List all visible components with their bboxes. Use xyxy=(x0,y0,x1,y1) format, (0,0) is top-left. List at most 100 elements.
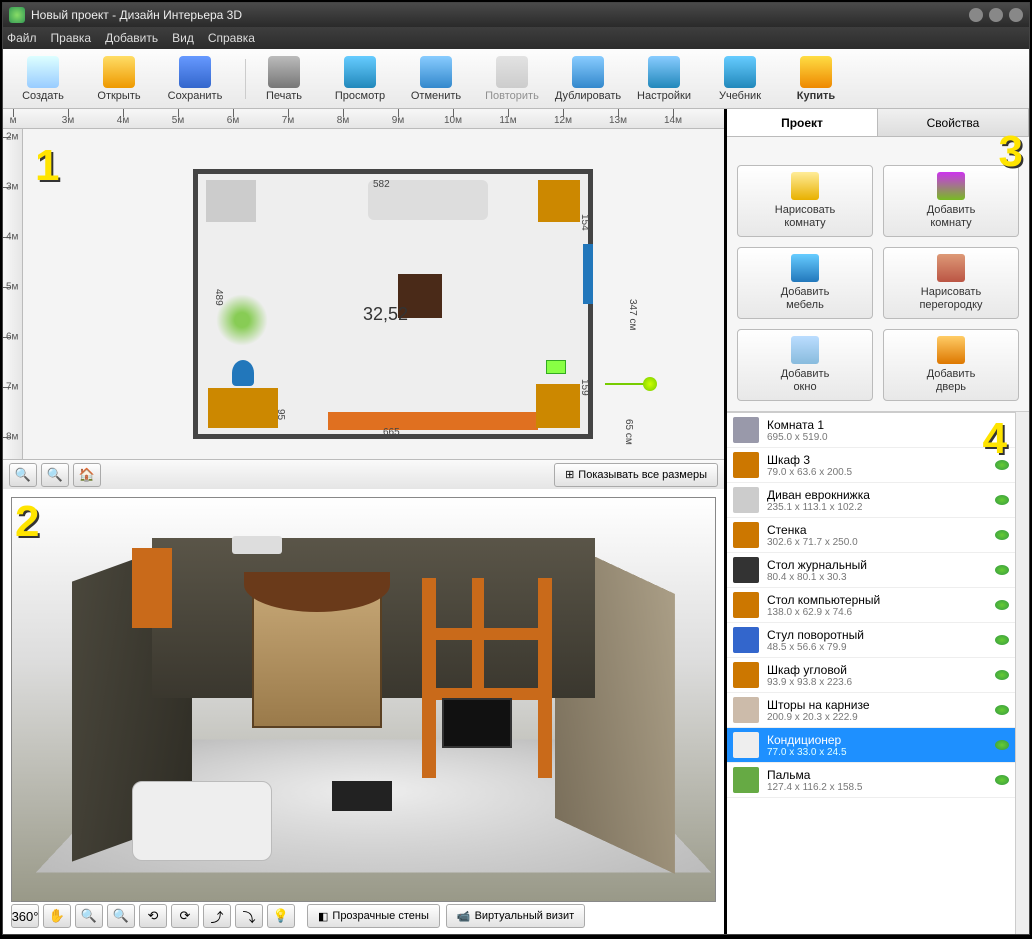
zoom-in-3d-button[interactable]: 🔍 xyxy=(107,904,135,928)
cart-icon xyxy=(800,56,832,88)
visibility-eye-icon[interactable] xyxy=(995,600,1009,610)
object-list[interactable]: Комната 1695.0 x 519.0Шкаф 379.0 x 63.6 … xyxy=(727,412,1015,934)
rotate-left-button[interactable]: ⟲ xyxy=(139,904,167,928)
lighting-button[interactable]: 💡 xyxy=(267,904,295,928)
home-view-button[interactable]: 🏠 xyxy=(73,463,101,487)
menu-Вид[interactable]: Вид xyxy=(172,31,194,45)
furn-cabinet[interactable] xyxy=(206,180,256,222)
furn-chair[interactable] xyxy=(232,360,254,386)
object-dims: 138.0 x 62.9 x 74.6 xyxy=(767,607,995,618)
visibility-eye-icon[interactable] xyxy=(995,460,1009,470)
visibility-eye-icon[interactable] xyxy=(995,495,1009,505)
show-all-dims-button[interactable]: ⊞ Показывать все размеры xyxy=(554,463,718,487)
dim-bottom: 665 xyxy=(383,427,400,438)
furn-wall-unit[interactable] xyxy=(328,412,538,430)
toolbar-cart-button[interactable]: Купить xyxy=(784,56,848,102)
toolbar-undo-button[interactable]: Отменить xyxy=(404,56,468,102)
visibility-eye-icon[interactable] xyxy=(995,530,1009,540)
object-thumb xyxy=(733,487,759,513)
toolbar-gear-button[interactable]: Настройки xyxy=(632,56,696,102)
tilt-down-button[interactable]: ⤵ xyxy=(235,904,263,928)
close-button[interactable] xyxy=(1009,8,1023,22)
object-item[interactable]: Шкаф 379.0 x 63.6 x 200.5 xyxy=(727,448,1015,483)
panel-Добавить-окно-button[interactable]: Добавитьокно xyxy=(737,329,873,401)
toolbar-printer-button[interactable]: Печать xyxy=(252,56,316,102)
visibility-eye-icon[interactable] xyxy=(995,565,1009,575)
ruler-vertical: 2м3м4м5м6м7м8м xyxy=(3,129,23,459)
toolbar-monitor-button[interactable]: Просмотр xyxy=(328,56,392,102)
object-item[interactable]: Стол компьютерный138.0 x 62.9 x 74.6 xyxy=(727,588,1015,623)
visibility-eye-icon[interactable] xyxy=(995,775,1009,785)
toolbar-save-button[interactable]: Сохранить xyxy=(163,56,227,102)
panel-Нарисовать-перегородку-button[interactable]: Нарисоватьперегородку xyxy=(883,247,1019,319)
object-name: Стол журнальный xyxy=(767,558,995,572)
view-3d-canvas[interactable] xyxy=(11,497,716,902)
visibility-eye-icon[interactable] xyxy=(995,705,1009,715)
menu-Справка[interactable]: Справка xyxy=(208,31,255,45)
object-item[interactable]: Пальма127.4 x 116.2 x 158.5 xyxy=(727,763,1015,798)
tab-Свойства[interactable]: Свойства xyxy=(878,109,1029,136)
toolbar-duplicate-button[interactable]: Дублировать xyxy=(556,56,620,102)
panel-icon xyxy=(937,336,965,364)
view-3d[interactable]: 2 xyxy=(3,489,724,934)
toolbar-folder-open-button[interactable]: Открыть xyxy=(87,56,151,102)
right-pane: ПроектСвойства 3 НарисоватькомнатуДобави… xyxy=(727,109,1029,934)
object-name: Комната 1 xyxy=(767,418,1009,432)
object-dims: 235.1 x 113.1 x 102.2 xyxy=(767,502,995,513)
panel-icon xyxy=(937,172,965,200)
menu-Добавить[interactable]: Добавить xyxy=(105,31,158,45)
tab-Проект[interactable]: Проект xyxy=(727,109,878,136)
toolbar-file-new-button[interactable]: Создать xyxy=(11,56,75,102)
minimize-button[interactable] xyxy=(969,8,983,22)
panel-Добавить-дверь-button[interactable]: Добавитьдверь xyxy=(883,329,1019,401)
ruler-h-label: 6м xyxy=(227,115,239,126)
zoom-out-3d-button[interactable]: 🔍 xyxy=(75,904,103,928)
object-item[interactable]: Шкаф угловой93.9 x 93.8 x 223.6 xyxy=(727,658,1015,693)
furn-window[interactable] xyxy=(583,244,593,304)
pan-button[interactable]: ✋ xyxy=(43,904,71,928)
menu-Правка[interactable]: Правка xyxy=(51,31,92,45)
furn-corner-cabinet[interactable] xyxy=(538,180,580,222)
plan-row: 2м3м4м5м6м7м8м 1 xyxy=(3,129,724,459)
object-item[interactable]: Комната 1695.0 x 519.0 xyxy=(727,413,1015,448)
rotate-360-button[interactable]: 360° xyxy=(11,904,39,928)
furn-corner2[interactable] xyxy=(536,384,580,428)
panel-Добавить-комнату-button[interactable]: Добавитькомнату xyxy=(883,165,1019,237)
object-item[interactable]: Диван еврокнижка235.1 x 113.1 x 102.2 xyxy=(727,483,1015,518)
selection-handle[interactable] xyxy=(643,377,657,391)
help-icon xyxy=(724,56,756,88)
object-name: Стенка xyxy=(767,523,995,537)
floorplan-view[interactable]: 1 32,52 582 xyxy=(23,129,724,459)
panel-Нарисовать-комнату-button[interactable]: Нарисоватькомнату xyxy=(737,165,873,237)
virtual-visit-button[interactable]: 📹 Виртуальный визит xyxy=(446,904,585,928)
objects-scrollbar[interactable] xyxy=(1015,412,1029,934)
zoom-in-button[interactable]: 🔍 xyxy=(41,463,69,487)
zoom-out-button[interactable]: 🔍 xyxy=(9,463,37,487)
object-item[interactable]: Кондиционер77.0 x 33.0 x 24.5 xyxy=(727,728,1015,763)
visibility-eye-icon[interactable] xyxy=(995,635,1009,645)
object-dims: 200.9 x 20.3 x 222.9 xyxy=(767,712,995,723)
rotate-right-button[interactable]: ⟳ xyxy=(171,904,199,928)
object-dims: 695.0 x 519.0 xyxy=(767,432,1009,443)
toolbar-help-button[interactable]: Учебник xyxy=(708,56,772,102)
object-thumb xyxy=(733,732,759,758)
panel-Добавить-мебель-button[interactable]: Добавитьмебель xyxy=(737,247,873,319)
transparent-walls-button[interactable]: ◧ Прозрачные стены xyxy=(307,904,440,928)
toolbar-redo-button[interactable]: Повторить xyxy=(480,56,544,102)
object-item[interactable]: Стул поворотный48.5 x 56.6 x 79.9 xyxy=(727,623,1015,658)
object-item[interactable]: Стенка302.6 x 71.7 x 250.0 xyxy=(727,518,1015,553)
menu-Файл[interactable]: Файл xyxy=(7,31,37,45)
visibility-eye-icon[interactable] xyxy=(995,670,1009,680)
tilt-up-button[interactable]: ⤴ xyxy=(203,904,231,928)
furn-desk[interactable] xyxy=(208,388,278,428)
titlebar[interactable]: Новый проект - Дизайн Интерьера 3D xyxy=(3,3,1029,27)
visibility-eye-icon[interactable] xyxy=(995,740,1009,750)
object-item[interactable]: Шторы на карнизе200.9 x 20.3 x 222.9 xyxy=(727,693,1015,728)
furn-ac-selected[interactable] xyxy=(546,360,566,374)
dim-right-seg: 154 xyxy=(579,214,590,231)
maximize-button[interactable] xyxy=(989,8,1003,22)
object-thumb xyxy=(733,452,759,478)
object-item[interactable]: Стол журнальный80.4 x 80.1 x 30.3 xyxy=(727,553,1015,588)
object-dims: 48.5 x 56.6 x 79.9 xyxy=(767,642,995,653)
object-dims: 127.4 x 116.2 x 158.5 xyxy=(767,782,995,793)
